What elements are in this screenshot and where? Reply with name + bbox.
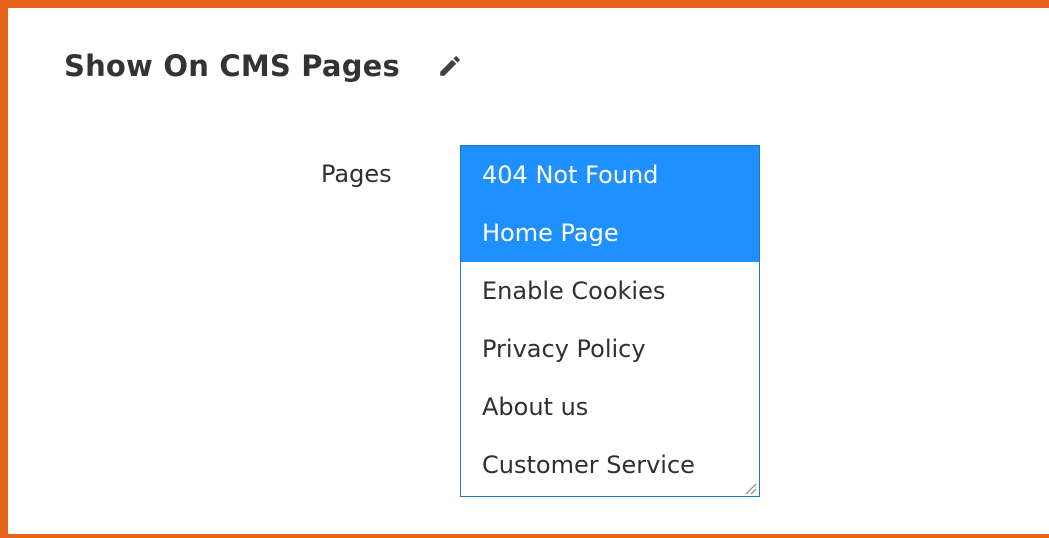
option-home-page[interactable]: Home Page (461, 204, 759, 262)
pages-label: Pages (321, 160, 392, 188)
section-header: Show On CMS Pages (64, 44, 464, 88)
section-title: Show On CMS Pages (64, 49, 400, 83)
pencil-icon[interactable] (436, 52, 464, 80)
resize-handle-icon[interactable] (743, 480, 757, 495)
option-privacy-policy[interactable]: Privacy Policy (461, 320, 759, 378)
option-enable-cookies[interactable]: Enable Cookies (461, 262, 759, 320)
pages-multiselect[interactable]: 404 Not Found Home Page Enable Cookies P… (460, 145, 760, 497)
option-customer-service[interactable]: Customer Service (461, 436, 759, 494)
option-about-us[interactable]: About us (461, 378, 759, 436)
cms-pages-panel: Show On CMS Pages Pages 404 Not Found Ho… (0, 0, 1049, 538)
option-404-not-found[interactable]: 404 Not Found (461, 146, 759, 204)
